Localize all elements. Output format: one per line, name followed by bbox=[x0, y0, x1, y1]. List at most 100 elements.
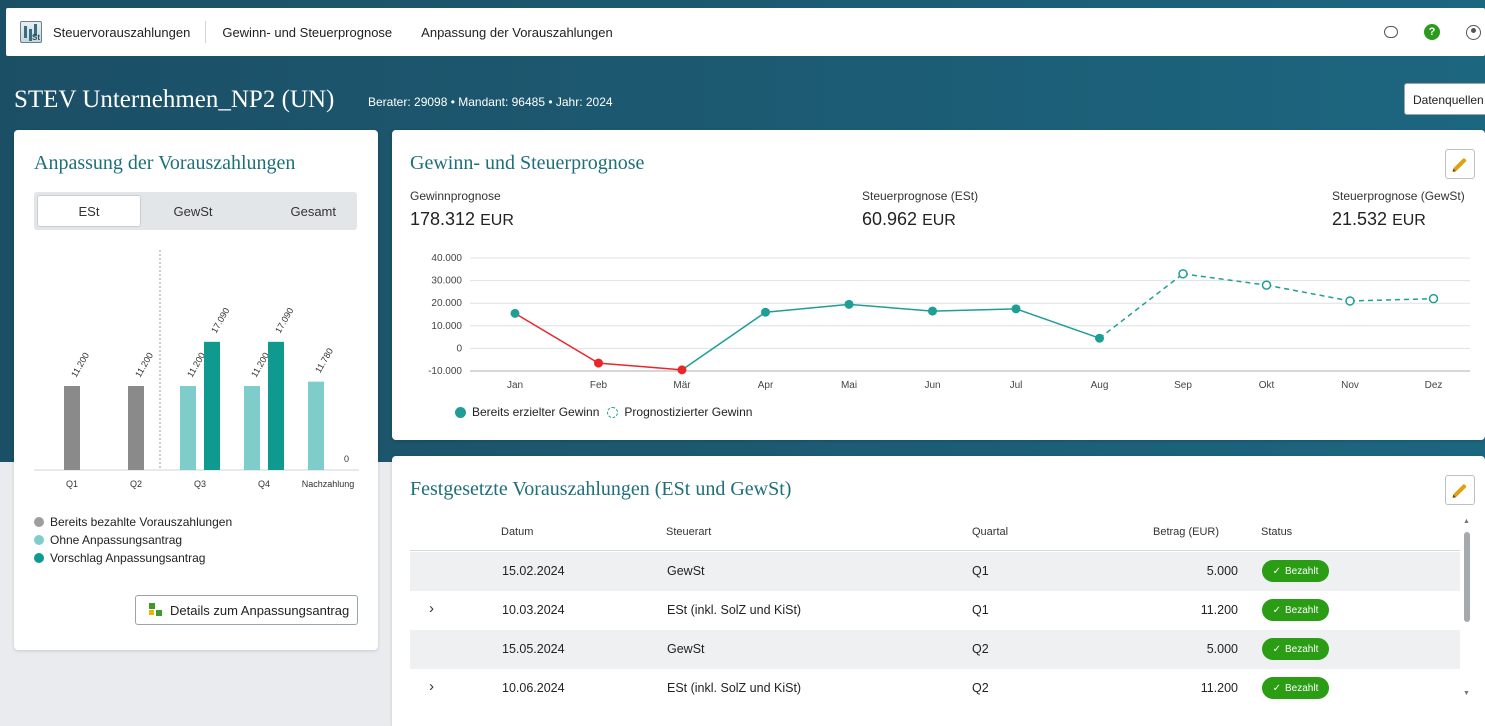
bar-value-label: 17.090 bbox=[273, 306, 295, 335]
forecast-title: Gewinn- und Steuerprognose bbox=[410, 152, 645, 174]
cell-quartal: Q2 bbox=[972, 642, 989, 656]
table-row[interactable]: 15.05.2024 GewSt Q2 5.000 ✓ Bezahlt bbox=[410, 630, 1460, 669]
scrollbar-thumb[interactable] bbox=[1464, 532, 1470, 622]
help-icon[interactable]: ? bbox=[1424, 24, 1440, 40]
nav-link-steuervorauszahlungen[interactable]: Steuervorauszahlungen bbox=[53, 25, 190, 40]
feedback-icon[interactable] bbox=[1384, 26, 1398, 38]
details-button-label: Details zum Anpassungsantrag bbox=[170, 602, 350, 618]
x-tick-label: Nov bbox=[1341, 380, 1359, 391]
datasources-button[interactable]: Datenquellen bbox=[1404, 83, 1485, 115]
x-tick-label: Q4 bbox=[258, 479, 270, 489]
data-point bbox=[594, 358, 603, 368]
status-badge: ✓ Bezahlt bbox=[1262, 560, 1329, 582]
data-point bbox=[1011, 304, 1021, 314]
series-line-segment bbox=[598, 362, 683, 371]
kpi-label-gewst: Steuerprognose (GewSt) bbox=[1332, 189, 1465, 203]
edit-payments-button[interactable] bbox=[1445, 475, 1475, 505]
profit-line-chart: 40.000 30.000 20.000 10.000 0 -10.000 Jan Feb Mä… bbox=[428, 253, 1470, 391]
data-point bbox=[1095, 333, 1104, 343]
cell-steuerart: ESt (inkl. SolZ und KiSt) bbox=[667, 681, 802, 695]
forecast-point bbox=[1178, 269, 1188, 279]
data-point bbox=[510, 308, 520, 318]
y-tick-label: -10.000 bbox=[428, 366, 462, 377]
legend-label: Prognostizierter Gewinn bbox=[624, 405, 753, 419]
tax-type-tabs: ESt GewSt Gesamt bbox=[34, 192, 357, 230]
y-tick-label: 10.000 bbox=[431, 321, 462, 332]
bar-value-label: 0 bbox=[344, 454, 349, 464]
column-header[interactable]: Status bbox=[1261, 526, 1292, 538]
table-scrollbar[interactable]: ▲ ▼ bbox=[1463, 518, 1471, 703]
table-row[interactable]: 15.02.2024 GewSt Q1 5.000 ✓ Bezahlt bbox=[410, 552, 1460, 591]
column-header[interactable]: Quartal bbox=[972, 526, 1008, 538]
cell-betrag: 11.200 bbox=[1200, 681, 1238, 695]
column-header[interactable]: Betrag (EUR) bbox=[1153, 526, 1219, 538]
top-navigation: Steuervorauszahlungen Gewinn- und Steuer… bbox=[6, 8, 1485, 56]
forecast-legend: Bereits erzielter Gewinn Prognostizierte… bbox=[455, 405, 752, 419]
x-tick-label: Dez bbox=[1425, 380, 1443, 391]
data-point bbox=[677, 365, 687, 375]
status-badge: ✓ Bezahlt bbox=[1262, 599, 1329, 621]
cell-betrag: 5.000 bbox=[1206, 642, 1238, 656]
page-meta: Berater: 29098 • Mandant: 96485 • Jahr: … bbox=[368, 95, 613, 109]
x-tick-label: Jul bbox=[1010, 380, 1023, 391]
x-tick-label: Jun bbox=[924, 380, 940, 391]
x-tick-label: Q2 bbox=[130, 479, 142, 489]
x-tick-label: Q1 bbox=[66, 479, 78, 489]
payments-card: Festgesetzte Vorauszahlungen (ESt und Ge… bbox=[392, 456, 1485, 726]
forecast-card: Gewinn- und Steuerprognose Gewinnprognos… bbox=[392, 130, 1485, 440]
series-line-segment bbox=[848, 303, 933, 312]
table-row[interactable]: › 10.06.2024 ESt (inkl. SolZ und KiSt) Q… bbox=[410, 669, 1460, 708]
nav-link-gewinn-steuerprognose[interactable]: Gewinn- und Steuerprognose bbox=[222, 25, 392, 40]
cell-datum: 10.06.2024 bbox=[502, 681, 565, 695]
x-tick-label: Jan bbox=[507, 380, 523, 391]
user-icon[interactable] bbox=[1466, 24, 1481, 40]
expand-chevron-icon[interactable]: › bbox=[429, 600, 434, 617]
forecast-point bbox=[1261, 280, 1272, 290]
y-tick-label: 20.000 bbox=[431, 298, 462, 309]
kpi-value-est: 60.962 EUR bbox=[862, 209, 956, 229]
adjustment-bar-chart: 11.200Q111.200Q211.20017.090Q311.20017.0… bbox=[34, 250, 359, 489]
series-line-segment bbox=[932, 308, 1017, 312]
scroll-down-icon[interactable]: ▼ bbox=[1463, 690, 1470, 697]
details-adjustment-button[interactable]: Details zum Anpassungsantrag bbox=[135, 595, 358, 625]
forecast-line-segment bbox=[1349, 297, 1434, 302]
cell-datum: 10.03.2024 bbox=[502, 603, 565, 617]
cell-datum: 15.02.2024 bbox=[502, 564, 565, 578]
tab-gewst[interactable]: GewSt bbox=[141, 195, 245, 227]
cell-quartal: Q1 bbox=[972, 603, 989, 617]
app-logo-icon[interactable] bbox=[20, 21, 42, 43]
tab-est[interactable]: ESt bbox=[37, 195, 141, 227]
x-tick-label: Aug bbox=[1091, 380, 1109, 391]
series-line-segment bbox=[765, 303, 850, 313]
pencil-icon bbox=[1453, 157, 1467, 171]
cell-steuerart: GewSt bbox=[667, 564, 705, 578]
data-point bbox=[844, 299, 854, 309]
scroll-up-icon[interactable]: ▲ bbox=[1463, 518, 1470, 525]
cell-steuerart: ESt (inkl. SolZ und KiSt) bbox=[667, 603, 802, 617]
cell-betrag: 5.000 bbox=[1206, 564, 1238, 578]
status-badge: ✓ Bezahlt bbox=[1262, 677, 1329, 699]
legend-label: Ohne Anpassungsantrag bbox=[50, 533, 183, 547]
column-header[interactable]: Datum bbox=[501, 526, 533, 538]
details-icon bbox=[149, 603, 163, 617]
cell-steuerart: GewSt bbox=[667, 642, 705, 656]
bar-value-label: 11.200 bbox=[133, 351, 155, 379]
forecast-point bbox=[1345, 296, 1355, 306]
x-tick-label: Q3 bbox=[194, 479, 206, 489]
legend-label: Vorschlag Anpassungsantrag bbox=[50, 551, 206, 565]
x-tick-label: Mär bbox=[673, 380, 691, 391]
table-row[interactable]: › 10.03.2024 ESt (inkl. SolZ und KiSt) Q… bbox=[410, 591, 1460, 630]
data-point bbox=[928, 306, 937, 316]
nav-link-anpassung[interactable]: Anpassung der Vorauszahlungen bbox=[421, 25, 613, 40]
edit-forecast-button[interactable] bbox=[1445, 149, 1475, 179]
kpi-value-gewst: 21.532 EUR bbox=[1332, 209, 1426, 229]
kpi-label-gewinn: Gewinnprognose bbox=[410, 189, 501, 203]
column-header[interactable]: Steuerart bbox=[666, 526, 711, 538]
tab-gesamt[interactable]: Gesamt bbox=[245, 195, 349, 227]
legend-dot bbox=[607, 406, 619, 418]
legend-dot bbox=[34, 553, 44, 563]
expand-chevron-icon[interactable]: › bbox=[429, 678, 434, 695]
x-tick-label: Apr bbox=[758, 380, 774, 391]
payments-title: Festgesetzte Vorauszahlungen (ESt und Ge… bbox=[410, 478, 792, 500]
legend-dot bbox=[34, 535, 44, 545]
